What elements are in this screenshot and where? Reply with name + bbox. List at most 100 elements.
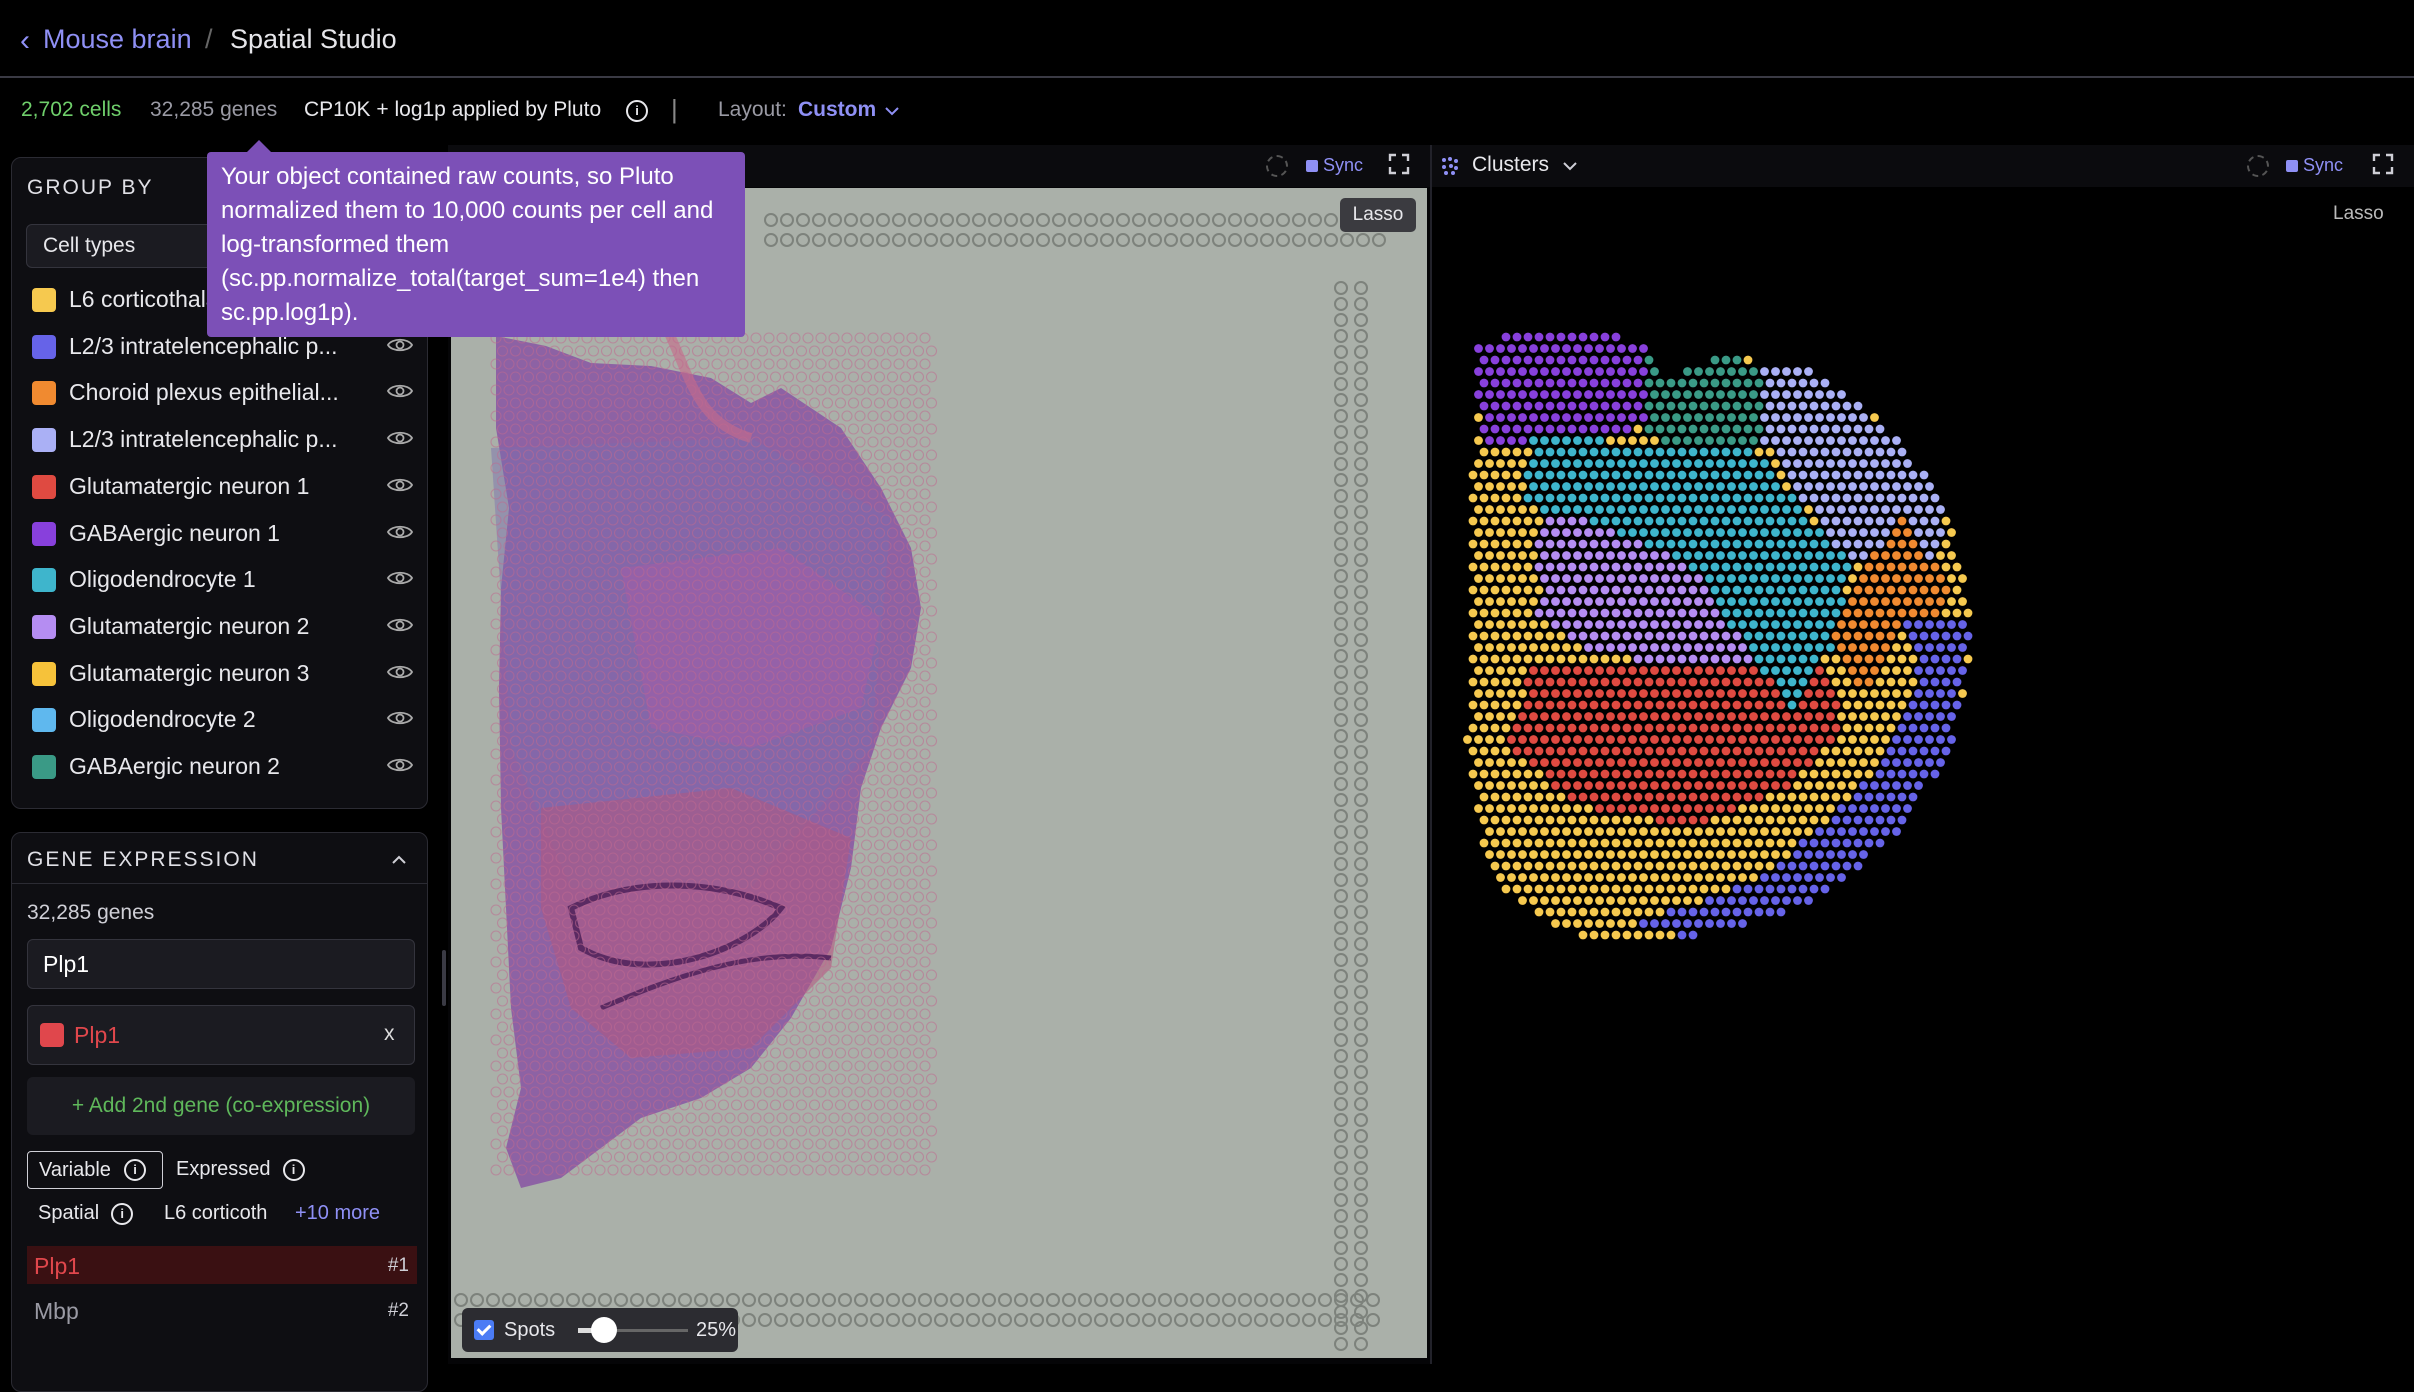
subtab-l6-corticoth[interactable]: L6 corticoth bbox=[164, 1202, 267, 1225]
cluster-spot bbox=[1716, 528, 1725, 537]
subtab-spatial[interactable]: Spatial i bbox=[38, 1202, 134, 1225]
cluster-spot bbox=[1474, 505, 1483, 514]
cluster-spot bbox=[1655, 401, 1665, 411]
cell-type-item[interactable]: GABAergic neuron 2 bbox=[32, 750, 418, 784]
breadcrumb-project[interactable]: Mouse brain bbox=[43, 24, 192, 55]
cell-type-item[interactable]: Glutamatergic neuron 1 bbox=[32, 470, 418, 504]
cluster-spot bbox=[1655, 769, 1665, 779]
lasso-button[interactable]: Lasso bbox=[2333, 203, 2384, 225]
sync-toggle[interactable]: Sync bbox=[2286, 155, 2343, 176]
cluster-spot bbox=[1523, 355, 1533, 365]
layout-dropdown[interactable]: Custom bbox=[798, 98, 876, 122]
tissue-spot bbox=[860, 371, 873, 383]
opacity-slider-thumb[interactable] bbox=[591, 1317, 617, 1343]
cluster-spot bbox=[1606, 804, 1615, 813]
chevron-down-icon[interactable] bbox=[885, 98, 899, 122]
tissue-spot bbox=[789, 1138, 801, 1150]
cluster-spot bbox=[1809, 861, 1819, 871]
cluster-spot bbox=[1743, 608, 1753, 618]
cluster-spot bbox=[1545, 723, 1555, 733]
ranked-gene-row[interactable]: Mbp #2 bbox=[27, 1291, 417, 1329]
tissue-spot bbox=[880, 1008, 892, 1020]
cell-type-item[interactable]: Choroid plexus epithelial... bbox=[32, 376, 418, 410]
tissue-canvas[interactable] bbox=[451, 188, 1427, 1358]
cell-type-item[interactable]: GABAergic neuron 1 bbox=[32, 517, 418, 551]
cell-type-item[interactable]: L2/3 intratelencephalic p... bbox=[32, 423, 418, 457]
cell-type-item[interactable]: Glutamatergic neuron 3 bbox=[32, 657, 418, 691]
cluster-spot bbox=[1848, 689, 1857, 698]
cluster-spot bbox=[1529, 482, 1538, 491]
ranked-gene-row[interactable]: Plp1 #1 bbox=[27, 1246, 417, 1284]
cluster-spot bbox=[1699, 608, 1709, 618]
fiducial-dot bbox=[892, 213, 906, 227]
info-icon[interactable]: i bbox=[626, 100, 648, 122]
cluster-spot bbox=[1496, 666, 1505, 675]
eye-icon[interactable] bbox=[386, 523, 414, 546]
tissue-spot bbox=[854, 930, 866, 942]
eye-icon[interactable] bbox=[386, 663, 414, 686]
add-second-gene-button[interactable]: + Add 2nd gene (co-expression) bbox=[27, 1077, 415, 1135]
cluster-spot bbox=[1666, 769, 1676, 779]
cell-type-item[interactable]: Oligodendrocyte 1 bbox=[32, 563, 418, 597]
fiducial-dot bbox=[844, 213, 858, 227]
fiducial-dot bbox=[1276, 213, 1290, 227]
eye-icon[interactable] bbox=[386, 476, 414, 499]
cell-type-item[interactable]: Oligodendrocyte 2 bbox=[32, 703, 418, 737]
fiducial-dot bbox=[1020, 213, 1034, 227]
info-icon[interactable]: i bbox=[124, 1159, 146, 1181]
tissue-spot bbox=[711, 1086, 723, 1098]
lasso-button[interactable]: Lasso bbox=[1340, 198, 1416, 232]
cluster-spot bbox=[1589, 470, 1599, 480]
cluster-spot bbox=[1727, 689, 1736, 698]
cluster-spot bbox=[1815, 597, 1824, 606]
eye-icon[interactable] bbox=[386, 709, 414, 732]
tissue-spot bbox=[763, 332, 775, 344]
spots-checkbox[interactable] bbox=[474, 1320, 494, 1340]
tab-expressed[interactable]: Expressed i bbox=[176, 1158, 305, 1181]
cluster-spot bbox=[1826, 505, 1835, 514]
info-icon[interactable]: i bbox=[282, 1158, 305, 1181]
chevron-left-icon[interactable]: ‹ bbox=[20, 24, 30, 58]
info-icon[interactable]: i bbox=[111, 1202, 134, 1225]
eye-icon[interactable] bbox=[386, 756, 414, 779]
subtab-more-link[interactable]: +10 more bbox=[295, 1202, 380, 1225]
cluster-spot bbox=[1611, 884, 1621, 894]
eye-icon[interactable] bbox=[386, 616, 414, 639]
clusters-dropdown[interactable]: Clusters bbox=[1472, 153, 1577, 177]
tissue-slide[interactable] bbox=[451, 188, 1427, 1358]
cluster-spot bbox=[1622, 907, 1632, 917]
cell-type-item[interactable]: Glutamatergic neuron 2 bbox=[32, 610, 418, 644]
tissue-spot bbox=[919, 540, 931, 552]
tissue-spot bbox=[854, 1112, 866, 1124]
cluster-spot bbox=[1776, 447, 1786, 457]
fullscreen-icon[interactable] bbox=[1388, 153, 1410, 180]
tab-variable[interactable]: Variable i bbox=[27, 1151, 163, 1189]
chevron-up-icon[interactable] bbox=[392, 845, 406, 871]
cluster-spot bbox=[1578, 378, 1588, 388]
cluster-spot bbox=[1600, 332, 1610, 342]
fiducial-dot bbox=[1334, 697, 1348, 711]
cluster-spot bbox=[1639, 505, 1648, 514]
cluster-spot bbox=[1496, 528, 1505, 537]
eye-icon[interactable] bbox=[386, 429, 414, 452]
gene-search-input[interactable] bbox=[27, 939, 415, 989]
tissue-spot bbox=[919, 358, 931, 370]
cluster-spot bbox=[1694, 528, 1703, 537]
eye-icon[interactable] bbox=[386, 569, 414, 592]
sync-toggle[interactable]: Sync bbox=[1306, 155, 1363, 176]
cluster-spot bbox=[1666, 470, 1676, 480]
cluster-spot bbox=[1677, 493, 1687, 503]
fullscreen-icon[interactable] bbox=[2372, 153, 2394, 180]
cluster-spot bbox=[1644, 608, 1654, 618]
cluster-spot bbox=[1941, 539, 1951, 549]
fiducial-dot bbox=[870, 1313, 884, 1327]
cluster-canvas[interactable] bbox=[1432, 187, 2414, 1364]
cluster-spot bbox=[1622, 516, 1632, 526]
fiducial-dot bbox=[1354, 1017, 1368, 1031]
selected-gene-chip[interactable]: Plp1 x bbox=[27, 1005, 415, 1065]
panel-resize-handle[interactable] bbox=[442, 950, 446, 1006]
eye-icon[interactable] bbox=[386, 382, 414, 405]
eye-icon[interactable] bbox=[386, 336, 414, 359]
cluster-spot bbox=[1628, 436, 1637, 445]
remove-gene-button[interactable]: x bbox=[384, 1022, 395, 1046]
